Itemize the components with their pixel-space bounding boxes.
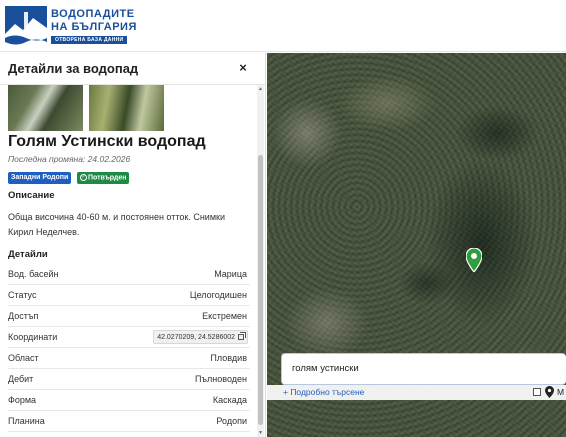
panel-scrollbar[interactable]: ▲ ▼ [257, 85, 264, 437]
waterfall-details-panel: Детайли за водопад × Голям Устински водо… [0, 53, 266, 437]
detail-row-mountain: Планина Родопи [8, 411, 250, 432]
detail-label: Област [8, 353, 39, 363]
search-options-bar: + Подробно търсене М [267, 385, 566, 400]
region-badge: Западни Родопи [8, 172, 72, 184]
detail-label: Статус [8, 290, 37, 300]
detail-value: Каскада [212, 395, 247, 405]
detail-label: Достъп [8, 311, 39, 321]
detail-row-status: Статус Целогодишен [8, 285, 250, 306]
detail-label: Дебит [8, 374, 34, 384]
description-text: Обща височина 40-60 м. и постоянен отток… [8, 212, 225, 237]
filter-checkbox[interactable] [533, 388, 541, 396]
confirmed-badge: ✓ Потвърден [77, 172, 130, 184]
details-heading: Детайли [8, 249, 48, 260]
map-pin-icon [545, 386, 554, 398]
search-box [281, 353, 566, 385]
scrollbar-thumb[interactable] [258, 155, 263, 425]
detail-value: Родопи [216, 416, 247, 426]
detail-label: Координати [8, 332, 58, 342]
truncated-option-label: М [557, 387, 565, 397]
close-button[interactable]: × [236, 61, 250, 75]
description-heading: Описание [8, 190, 55, 201]
detail-row-province: Област Пловдив [8, 348, 250, 369]
detail-row-flow: Дебит Пълноводен [8, 369, 250, 390]
panel-title: Детайли за водопад [8, 61, 139, 76]
logo-title-line1: ВОДОПАДИТЕ [51, 8, 135, 20]
logo-subtitle: ОТВОРЕНА БАЗА ДАННИ [51, 36, 128, 44]
search-input[interactable] [292, 363, 552, 374]
detail-value: Марица [214, 269, 247, 279]
detail-value: Пловдив [210, 353, 247, 363]
detail-value: Екстремен [202, 311, 247, 321]
detail-label: Форма [8, 395, 37, 405]
last-change-date: Последна промяна: 24.02.2026 [8, 154, 131, 164]
site-logo[interactable]: ВОДОПАДИТЕ НА БЪЛГАРИЯ ОТВОРЕНА БАЗА ДАН… [5, 6, 145, 46]
copy-coordinates-button[interactable]: 42.0270209, 24.5286002 [153, 330, 248, 344]
check-circle-icon: ✓ [80, 174, 87, 181]
detail-label: Вод. басейн [8, 269, 59, 279]
coordinates-value: 42.0270209, 24.5286002 [157, 334, 236, 341]
scroll-up-arrow-icon[interactable]: ▲ [257, 85, 264, 93]
detail-value: Целогодишен [189, 290, 247, 300]
logo-title-line2: НА БЪЛГАРИЯ [51, 21, 137, 33]
detail-label: Планина [8, 416, 45, 426]
detail-row-access: Достъп Екстремен [8, 306, 250, 327]
waterfall-logo-icon [5, 6, 47, 46]
copy-icon [238, 334, 244, 341]
panel-header: Детайли за водопад × [0, 53, 265, 85]
detail-row-basin: Вод. басейн Марица [8, 264, 250, 285]
app-header: ВОДОПАДИТЕ НА БЪЛГАРИЯ ОТВОРЕНА БАЗА ДАН… [0, 0, 566, 52]
waterfall-name: Голям Устински водопад [8, 133, 206, 150]
waterfall-photo-thumbnail-1[interactable] [8, 85, 83, 131]
confirmed-label: Потвърден [88, 174, 127, 182]
detail-value: Пълноводен [194, 374, 247, 384]
advanced-search-link[interactable]: + Подробно търсене [283, 387, 364, 397]
waterfall-location-marker-icon[interactable] [466, 248, 482, 272]
detail-row-coordinates: Координати 42.0270209, 24.5286002 [8, 327, 250, 348]
scroll-down-arrow-icon[interactable]: ▼ [257, 429, 264, 437]
waterfall-photo-thumbnail-2[interactable] [89, 85, 164, 131]
detail-row-shape: Форма Каскада [8, 390, 250, 411]
